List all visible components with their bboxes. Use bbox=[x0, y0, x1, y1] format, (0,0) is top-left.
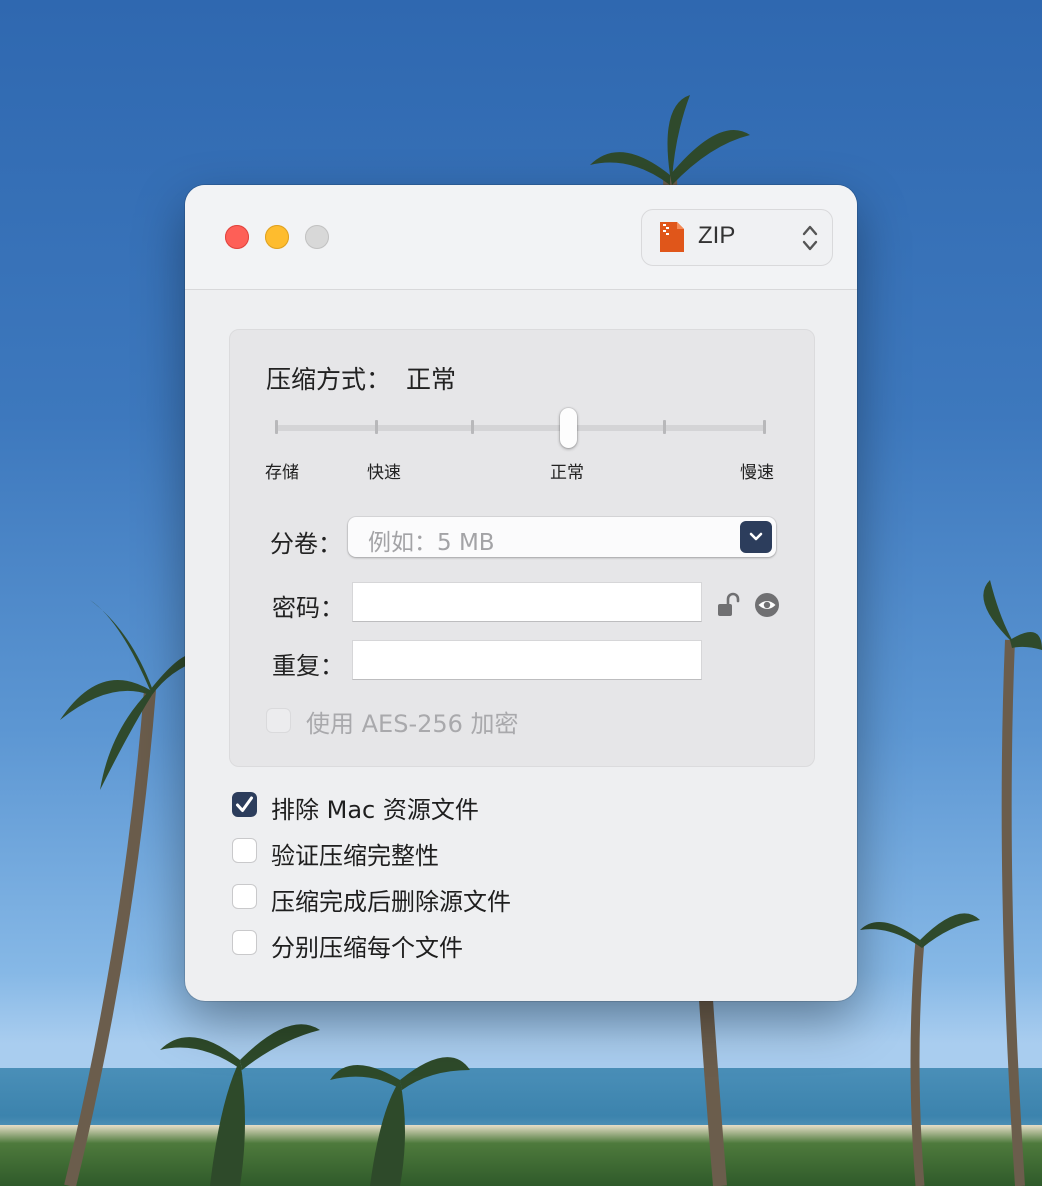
slider-tick bbox=[471, 420, 474, 434]
close-button[interactable] bbox=[225, 225, 249, 249]
compression-method-label: 压缩方式： bbox=[266, 365, 392, 394]
format-select[interactable]: ZIP bbox=[641, 209, 833, 266]
slider-track[interactable] bbox=[276, 425, 766, 431]
minimize-button[interactable] bbox=[265, 225, 289, 249]
exclude-mac-resource-checkbox[interactable] bbox=[232, 792, 257, 817]
chevron-down-icon bbox=[749, 532, 763, 541]
password-field[interactable] bbox=[352, 582, 702, 622]
delete-source-label[interactable]: 压缩完成后删除源文件 bbox=[271, 882, 511, 917]
slider-tick bbox=[275, 420, 278, 434]
verify-integrity-label[interactable]: 验证压缩完整性 bbox=[271, 836, 439, 871]
zoom-button[interactable] bbox=[305, 225, 329, 249]
slider-label-fast: 快速 bbox=[367, 463, 401, 483]
split-dropdown-button[interactable] bbox=[740, 521, 772, 553]
compress-window: ZIP 压缩方式： 正常 存储 快速 正常 慢速 分卷： 例如：5 MB 密码：… bbox=[185, 185, 857, 1001]
palm-tree-right bbox=[860, 580, 1042, 1186]
slider-thumb[interactable] bbox=[560, 408, 577, 448]
palm-tree-bottom bbox=[160, 1024, 470, 1186]
password-label: 密码： bbox=[272, 594, 344, 622]
repeat-password-field[interactable] bbox=[352, 640, 702, 680]
slider-tick bbox=[763, 420, 766, 434]
split-label: 分卷： bbox=[270, 530, 342, 558]
compression-method-value: 正常 bbox=[406, 365, 457, 394]
checkmark-icon bbox=[236, 796, 253, 812]
slider-tick bbox=[663, 420, 666, 434]
show-password-icon[interactable] bbox=[754, 592, 780, 618]
compress-separately-label[interactable]: 分别压缩每个文件 bbox=[271, 928, 463, 963]
compress-separately-checkbox[interactable] bbox=[232, 930, 257, 955]
format-value: ZIP bbox=[698, 222, 736, 249]
slider-label-store: 存储 bbox=[265, 463, 299, 483]
repeat-label: 重复： bbox=[272, 652, 344, 680]
chevron-up-down-icon bbox=[802, 225, 818, 251]
compression-options-panel: 压缩方式： 正常 存储 快速 正常 慢速 分卷： 例如：5 MB 密码： 重复：… bbox=[229, 329, 815, 767]
slider-tick bbox=[375, 420, 378, 434]
zip-file-icon bbox=[660, 222, 684, 252]
aes-256-checkbox[interactable] bbox=[266, 708, 291, 733]
title-bar: ZIP bbox=[185, 185, 857, 290]
slider-label-normal: 正常 bbox=[550, 463, 584, 483]
split-volume-placeholder: 例如：5 MB bbox=[368, 530, 495, 556]
aes-256-label: 使用 AES-256 加密 bbox=[306, 710, 519, 738]
verify-integrity-checkbox[interactable] bbox=[232, 838, 257, 863]
split-volume-combobox[interactable]: 例如：5 MB bbox=[348, 517, 776, 557]
exclude-mac-resource-label[interactable]: 排除 Mac 资源文件 bbox=[271, 790, 479, 825]
slider-label-slow: 慢速 bbox=[740, 463, 774, 483]
delete-source-checkbox[interactable] bbox=[232, 884, 257, 909]
unlock-icon[interactable] bbox=[716, 592, 742, 618]
